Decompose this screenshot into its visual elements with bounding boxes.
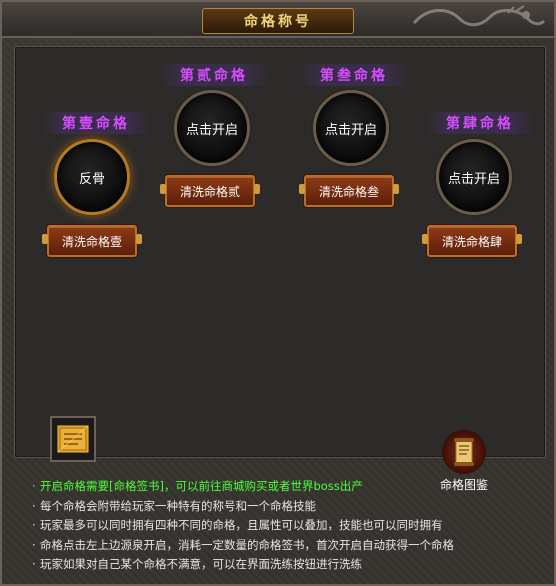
- tip-line-5: · 玩家如果对自己某个命格不满意，可以在界面洗练按钮进行洗练: [32, 557, 362, 572]
- slot-4-label: 第肆命格: [426, 112, 534, 134]
- scroll-graphic: [454, 438, 474, 466]
- tip-text-1: 开启命格需要[命格签书]，可以前往商城购买或者世界boss出产: [40, 479, 363, 493]
- tip-line-3: · 玩家最多可以同时拥有四种不同的命格，且属性可以叠加，技能也可以同时拥有: [32, 518, 443, 533]
- tip-line-1: · 开启命格需要[命格签书]，可以前往商城购买或者世界boss出产: [32, 479, 363, 493]
- signing-book-item[interactable]: [50, 416, 96, 462]
- slot-2-label: 第贰命格: [160, 64, 268, 86]
- mingge-window: 命格称号 第贰命格 点击开启 清洗命格贰 第叁命格 点击开启 清洗命格叁 第壹命…: [0, 0, 556, 586]
- tip-line-4: · 命格点击左上边源泉开启，消耗一定数量的命格签书，首次开启自动获得一个命格: [32, 537, 454, 552]
- tip-text-2: 每个命格会附带给玩家一种特有的称号和一个命格技能: [40, 498, 316, 513]
- dragon-ornament-icon: [398, 2, 548, 36]
- slot-1-destiny[interactable]: 反骨: [54, 139, 130, 215]
- slot-3-open-button[interactable]: 点击开启: [313, 90, 389, 166]
- scroll-icon: [442, 430, 486, 474]
- tips-list: · 开启命格需要[命格签书]，可以前往商城购买或者世界boss出产 · 每个命格会附…: [32, 477, 552, 575]
- dragon-ornament-graphic: [412, 5, 546, 27]
- slot-4-open-button[interactable]: 点击开启: [436, 139, 512, 215]
- tip-line-2: · 每个命格会附带给玩家一种特有的称号和一个命格技能: [32, 498, 316, 513]
- slot-3-label: 第叁命格: [300, 64, 408, 86]
- slot-1-label: 第壹命格: [42, 112, 150, 134]
- wash-slot-1-button[interactable]: 清洗命格壹: [42, 225, 142, 257]
- tip-text-4: 命格点击左上边源泉开启，消耗一定数量的命格签书，首次开启自动获得一个命格: [40, 537, 454, 552]
- slot-2-open-button[interactable]: 点击开启: [174, 90, 250, 166]
- tip-text-3: 玩家最多可以同时拥有四种不同的命格，且属性可以叠加，技能也可以同时拥有: [40, 518, 443, 533]
- wash-slot-4-button[interactable]: 清洗命格肆: [422, 225, 522, 257]
- title-bar: 命格称号: [2, 2, 554, 38]
- tip-text-5: 玩家如果对自己某个命格不满意，可以在界面洗练按钮进行洗练: [40, 557, 362, 572]
- signing-book-icon: [57, 425, 89, 453]
- wash-slot-2-button[interactable]: 清洗命格贰: [160, 175, 260, 207]
- wash-slot-3-button[interactable]: 清洗命格叁: [299, 175, 399, 207]
- window-title: 命格称号: [202, 8, 354, 34]
